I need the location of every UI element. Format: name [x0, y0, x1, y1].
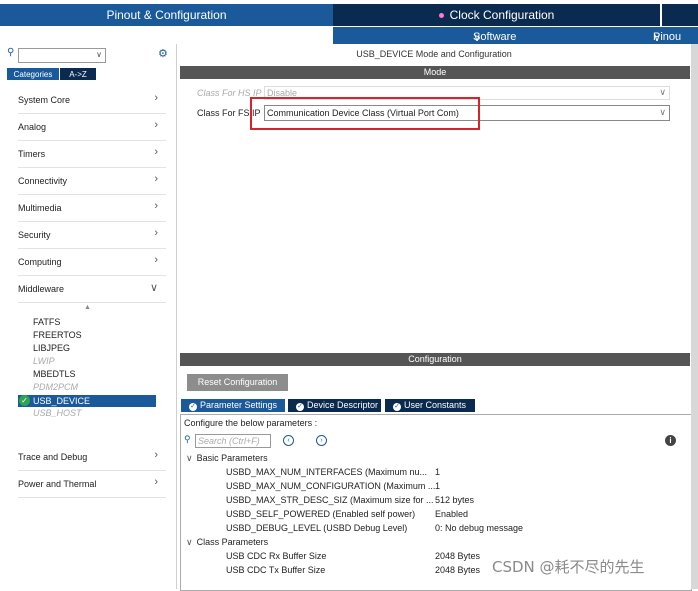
chevron-down-icon: ∨: [186, 453, 193, 463]
category-multimedia[interactable]: Multimedia ›: [18, 195, 166, 222]
middleware-item-libjpeg[interactable]: LIBJPEG: [33, 343, 70, 353]
search-input[interactable]: ∨: [18, 48, 106, 63]
chevron-right-icon: ›: [154, 146, 158, 158]
category-system-core[interactable]: System Core ›: [18, 87, 166, 114]
param-value[interactable]: 1: [435, 481, 440, 491]
chevron-right-icon: ›: [154, 449, 158, 461]
param-value[interactable]: 2048 Bytes: [435, 565, 480, 575]
parameter-search-input[interactable]: Search (Ctrl+F): [195, 434, 271, 448]
category-middleware[interactable]: Middleware ∨: [18, 276, 166, 303]
param-name: USBD_MAX_NUM_CONFIGURATION (Maximum ...: [226, 481, 436, 491]
chevron-right-icon: ›: [154, 119, 158, 131]
tab-a-z[interactable]: A->Z: [60, 68, 96, 80]
chevron-down-icon: ∨: [149, 282, 158, 294]
tab-device-descriptor[interactable]: ✓ Device Descriptor: [288, 399, 381, 412]
param-name: USBD_DEBUG_LEVEL (USBD Debug Level): [226, 523, 408, 533]
middleware-item-usb-device[interactable]: ✓ USB_DEVICE: [18, 395, 156, 407]
chevron-right-icon: ›: [154, 476, 158, 488]
chevron-right-icon: ›: [154, 173, 158, 185]
search-icon: ⚲: [7, 47, 15, 58]
param-value[interactable]: Enabled: [435, 509, 468, 519]
tab-pinout-configuration[interactable]: Pinout & Configuration: [0, 4, 333, 26]
middleware-item-usb-host[interactable]: USB_HOST: [33, 408, 82, 418]
param-name: USBD_SELF_POWERED (Enabled self power): [226, 509, 416, 519]
category-timers[interactable]: Timers ›: [18, 141, 166, 168]
chevron-right-icon: ›: [154, 200, 158, 212]
tab-parameter-settings[interactable]: ✓ Parameter Settings: [181, 399, 285, 412]
search-icon: ⚲: [184, 434, 191, 444]
param-value[interactable]: 0: No debug message: [435, 523, 523, 533]
mode-panel-title: USB_DEVICE Mode and Configuration: [356, 49, 512, 59]
chevron-right-icon: ›: [154, 92, 158, 104]
sub-menu-bar: ∨ Software Packs ∨ Pinou: [333, 27, 698, 55]
param-name: USB CDC Tx Buffer Size: [226, 565, 326, 575]
chevron-down-icon: ∨: [186, 537, 193, 547]
gear-icon[interactable]: ⚙: [158, 47, 168, 60]
group-basic-parameters[interactable]: ∨ Basic Parameters: [186, 453, 268, 464]
chevron-right-icon: ›: [154, 227, 158, 239]
chevron-down-icon: ∨: [659, 87, 666, 97]
middleware-item-lwip[interactable]: LWIP: [33, 356, 55, 366]
check-icon: ✓: [189, 403, 197, 411]
chevron-right-icon: ›: [154, 254, 158, 266]
configure-hint: Configure the below parameters :: [184, 418, 318, 428]
param-value[interactable]: 512 bytes: [435, 495, 474, 505]
previous-arrow-icon[interactable]: ‹: [283, 435, 294, 446]
param-value[interactable]: 2048 Bytes: [435, 551, 480, 561]
category-connectivity[interactable]: Connectivity ›: [18, 168, 166, 195]
category-computing[interactable]: Computing ›: [18, 249, 166, 276]
reset-configuration-button[interactable]: Reset Configuration: [187, 374, 288, 391]
check-icon: ✓: [296, 403, 304, 411]
info-icon[interactable]: i: [665, 435, 676, 446]
vertical-scrollbar[interactable]: [691, 44, 698, 589]
left-panel: ⚲ ∨ ⚙ Categories A->Z System Core › Analo…: [0, 44, 177, 589]
top-bar: Pinout & Configuration Clock Configurati…: [0, 0, 698, 28]
sort-icon[interactable]: ▲: [84, 304, 91, 311]
category-security[interactable]: Security ›: [18, 222, 166, 249]
next-arrow-icon[interactable]: ›: [316, 435, 327, 446]
middleware-item-freertos[interactable]: FREERTOS: [33, 330, 82, 340]
param-name: USB CDC Rx Buffer Size: [226, 551, 327, 561]
check-icon: ✓: [19, 395, 30, 406]
chevron-down-icon: ∨: [659, 107, 666, 117]
group-class-parameters[interactable]: ∨ Class Parameters: [186, 537, 268, 548]
middleware-item-pdm2pcm[interactable]: PDM2PCM: [33, 382, 78, 392]
highlight-box: [250, 97, 480, 130]
configuration-section-header: Configuration: [180, 353, 690, 366]
chevron-down-icon: ∨: [96, 50, 102, 59]
param-name: USBD_MAX_NUM_INTERFACES (Maximum nu...: [226, 467, 428, 477]
tab-user-constants[interactable]: ✓ User Constants: [385, 399, 475, 412]
category-power-and-thermal[interactable]: Power and Thermal ›: [18, 471, 166, 498]
middleware-item-fatfs[interactable]: FATFS: [33, 317, 60, 327]
tab-clock-configuration[interactable]: Clock Configuration: [333, 4, 660, 26]
status-dot-icon: [438, 12, 444, 18]
tab-categories[interactable]: Categories: [7, 68, 59, 80]
param-value[interactable]: 1: [435, 467, 440, 477]
param-name: USBD_MAX_STR_DESC_SIZ (Maximum size for …: [226, 495, 434, 505]
check-icon: ✓: [393, 403, 401, 411]
category-trace-and-debug[interactable]: Trace and Debug ›: [18, 444, 166, 471]
right-panel: USB_DEVICE Mode and Configuration Mode C…: [178, 44, 698, 591]
category-analog[interactable]: Analog ›: [18, 114, 166, 141]
tab-overflow[interactable]: [662, 4, 698, 26]
mode-section-header: Mode: [180, 66, 690, 79]
watermark: CSDN @耗不尽的先生: [492, 558, 645, 576]
middleware-item-mbedtls[interactable]: MBEDTLS: [33, 369, 76, 379]
